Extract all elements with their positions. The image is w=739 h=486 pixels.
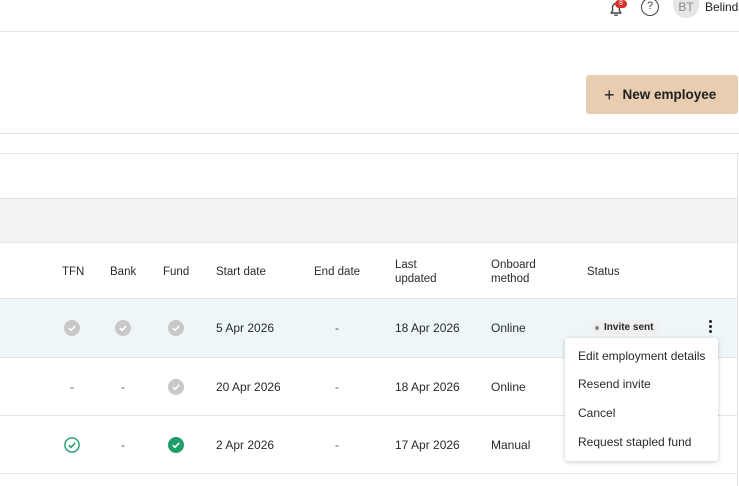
notification-badge: 8 bbox=[615, 0, 627, 8]
menu-item-resend-invite[interactable]: Resend invite bbox=[578, 377, 651, 391]
end-date: - bbox=[335, 380, 339, 394]
menu-item-cancel[interactable]: Cancel bbox=[578, 406, 615, 420]
column-header-tfn[interactable]: TFN bbox=[62, 265, 84, 279]
user-name[interactable]: Belinda bbox=[705, 0, 739, 14]
top-bar: 8 ? BT Belinda bbox=[0, 0, 739, 32]
more-options-icon[interactable] bbox=[704, 318, 716, 336]
menu-item-edit-employment-details[interactable]: Edit employment details bbox=[578, 349, 705, 363]
end-date: - bbox=[335, 321, 339, 335]
check-circle-outline-icon bbox=[64, 437, 80, 453]
check-circle-filled-icon bbox=[168, 437, 184, 453]
bank-value: - bbox=[121, 380, 125, 394]
column-header-end-date[interactable]: End date bbox=[314, 265, 360, 279]
start-date: 5 Apr 2026 bbox=[216, 321, 275, 335]
new-employee-button[interactable]: + New employee bbox=[586, 75, 738, 114]
column-header-start-date[interactable]: Start date bbox=[216, 265, 266, 279]
onboard-method: Online bbox=[491, 321, 526, 335]
column-header-fund[interactable]: Fund bbox=[163, 265, 189, 279]
plus-icon: + bbox=[604, 84, 615, 105]
new-employee-label: New employee bbox=[622, 87, 717, 102]
row-actions-menu: Edit employment details Resend invite Ca… bbox=[565, 338, 718, 461]
end-date: - bbox=[335, 438, 339, 452]
column-header-status[interactable]: Status bbox=[587, 265, 620, 279]
menu-item-request-stapled-fund[interactable]: Request stapled fund bbox=[578, 435, 691, 449]
avatar[interactable]: BT bbox=[673, 0, 699, 18]
last-updated: 17 Apr 2026 bbox=[395, 438, 460, 452]
pending-check-icon bbox=[168, 379, 184, 395]
panel-border bbox=[0, 153, 739, 154]
panel-border bbox=[737, 153, 738, 486]
onboard-method: Online bbox=[491, 380, 526, 394]
bank-value: - bbox=[121, 438, 125, 452]
last-updated: 18 Apr 2026 bbox=[395, 321, 460, 335]
pending-check-icon bbox=[168, 320, 184, 336]
column-header-onboard-method[interactable]: Onboard method bbox=[491, 258, 551, 286]
start-date: 2 Apr 2026 bbox=[216, 438, 275, 452]
divider bbox=[0, 133, 739, 134]
pending-check-icon bbox=[115, 320, 131, 336]
column-header-bank[interactable]: Bank bbox=[110, 265, 136, 279]
start-date: 20 Apr 2026 bbox=[216, 380, 281, 394]
status-badge: Invite sent bbox=[590, 320, 660, 335]
pending-check-icon bbox=[64, 320, 80, 336]
filter-bar bbox=[0, 198, 737, 243]
column-header-last-updated[interactable]: Last updated bbox=[395, 258, 445, 286]
last-updated: 18 Apr 2026 bbox=[395, 380, 460, 394]
onboard-method: Manual bbox=[491, 438, 531, 452]
help-icon[interactable]: ? bbox=[641, 0, 659, 16]
tfn-value: - bbox=[70, 380, 74, 394]
